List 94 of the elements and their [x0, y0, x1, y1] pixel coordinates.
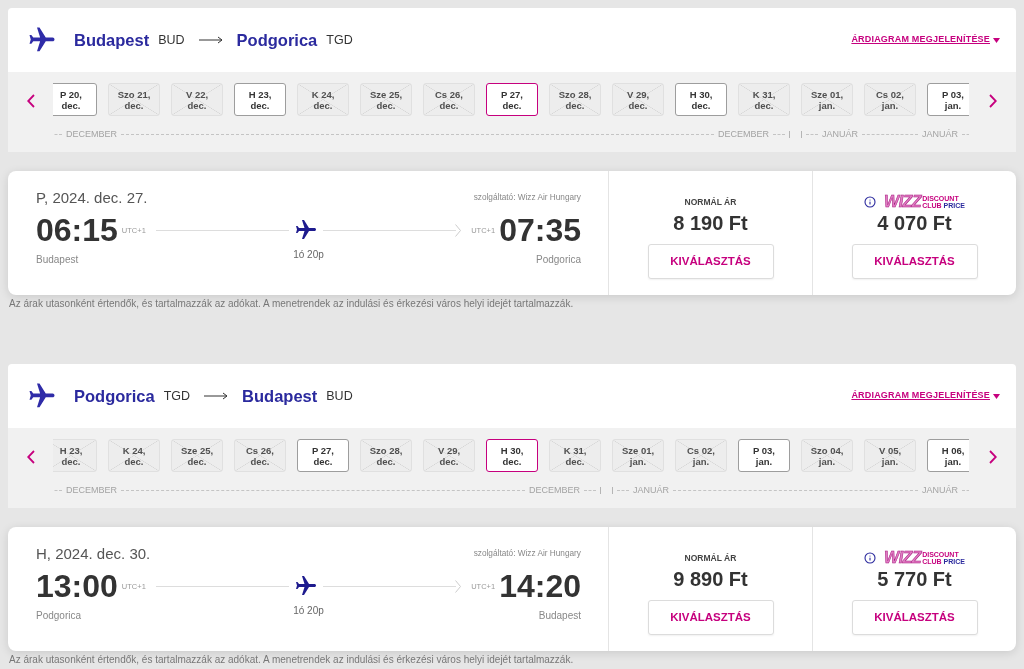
next-dates-button[interactable]: [988, 94, 997, 108]
fare-label: NORMÁL ÁR: [684, 197, 737, 207]
date-button[interactable]: Sze 01, jan.: [801, 83, 853, 116]
airport-code: BUD: [326, 387, 353, 405]
previous-dates-button[interactable]: [26, 450, 35, 464]
date-button[interactable]: K 24, dec.: [108, 439, 160, 472]
arrival-time: 07:35: [499, 214, 581, 246]
date-button[interactable]: Cs 26, dec.: [423, 83, 475, 116]
airplane-icon: [294, 218, 318, 242]
info-icon[interactable]: [864, 196, 877, 208]
caret-down-icon: [993, 393, 1000, 399]
arrow-right-icon: [198, 36, 223, 44]
arrowhead-icon: [455, 223, 462, 237]
date-button[interactable]: Sze 01, jan.: [612, 439, 664, 472]
previous-dates-button[interactable]: [26, 94, 35, 108]
arrival-time: 14:20: [499, 570, 581, 602]
destination-city: Podgorica: [236, 29, 318, 51]
arrival-city: Budapest: [538, 609, 581, 622]
departure-time: 13:00: [36, 570, 118, 602]
fare-price: 5 770 Ft: [877, 568, 952, 590]
footnote-text: Az árak utasonként értendők, és tartalmazzák az adókat. A menetrendek az indulási és érkezési város helyi idejét tartalmazzák.: [8, 298, 574, 310]
month-label: JANUÁR: [822, 129, 858, 140]
date-button[interactable]: Szo 21, dec.: [108, 83, 160, 116]
date-button[interactable]: P 20, dec.: [53, 83, 97, 116]
flight-date: H, 2024. dec. 30.: [36, 545, 151, 563]
airplane-icon: [294, 574, 318, 598]
chevron-left-icon: [26, 450, 35, 464]
date-button[interactable]: K 31, dec.: [738, 83, 790, 116]
date-button[interactable]: P 27, dec.: [486, 83, 538, 116]
date-button[interactable]: V 05, jan.: [864, 439, 916, 472]
date-button[interactable]: Szo 04, jan.: [801, 439, 853, 472]
airport-code: TGD: [163, 387, 191, 405]
date-button[interactable]: H 30, dec.: [675, 83, 727, 116]
arrow-right-icon: [204, 392, 229, 400]
date-button[interactable]: Sze 25, dec.: [360, 83, 412, 116]
month-label: DECEMBER: [66, 129, 117, 140]
date-button[interactable]: Cs 26, dec.: [234, 439, 286, 472]
chevron-right-icon: [988, 94, 997, 108]
destination-city: Budapest: [242, 385, 318, 407]
origin-city: Podgorica: [74, 385, 155, 407]
fare-price: 4 070 Ft: [877, 212, 952, 234]
date-button[interactable]: H 30, dec.: [486, 439, 538, 472]
month-label: DECEMBER: [529, 485, 580, 496]
fare-price: 8 190 Ft: [673, 212, 748, 234]
logo-wordmark: WIZZ: [884, 550, 922, 566]
flight-duration: 1ó 20p: [293, 605, 324, 618]
date-button[interactable]: V 29, dec.: [612, 83, 664, 116]
month-label: JANUÁR: [633, 485, 669, 496]
date-button[interactable]: P 03, jan.: [927, 83, 969, 116]
flight-duration: 1ó 20p: [293, 249, 324, 262]
date-button[interactable]: K 24, dec.: [297, 83, 349, 116]
chevron-left-icon: [26, 94, 35, 108]
arrowhead-icon: [455, 579, 462, 593]
logo-wordmark: WIZZ: [884, 194, 922, 210]
select-button[interactable]: KIVÁLASZTÁS: [851, 244, 978, 279]
departure-city: Budapest: [36, 253, 79, 266]
fare-label: NORMÁL ÁR: [684, 553, 737, 563]
operator-text: szolgáltató: Wizz Air Hungary: [473, 193, 581, 203]
departure-city: Podgorica: [36, 609, 82, 622]
date-button[interactable]: V 22, dec.: [171, 83, 223, 116]
date-button[interactable]: H 23, dec.: [53, 439, 97, 472]
date-button[interactable]: P 27, dec.: [297, 439, 349, 472]
caret-down-icon: [993, 37, 1000, 43]
airport-code: BUD: [158, 31, 185, 49]
date-button[interactable]: K 31, dec.: [549, 439, 601, 472]
select-button[interactable]: KIVÁLASZTÁS: [647, 244, 774, 279]
date-button[interactable]: Szo 28, dec.: [549, 83, 601, 116]
footnote-text: Az árak utasonként értendők, és tartalmazzák az adókat. A menetrendek az indulási és érkezési város helyi idejét tartalmazzák.: [8, 654, 574, 666]
next-dates-button[interactable]: [988, 450, 997, 464]
info-icon[interactable]: [864, 552, 877, 564]
select-button[interactable]: KIVÁLASZTÁS: [647, 600, 774, 635]
fare-price: 9 890 Ft: [673, 568, 748, 590]
price-chart-link[interactable]: ÁRDIAGRAM MEGJELENÍTÉSE: [851, 33, 1000, 47]
select-button[interactable]: KIVÁLASZTÁS: [851, 600, 978, 635]
operator-text: szolgáltató: Wizz Air Hungary: [473, 549, 581, 559]
date-button[interactable]: Szo 28, dec.: [360, 439, 412, 472]
date-button[interactable]: Cs 02, jan.: [675, 439, 727, 472]
date-button[interactable]: H 06, jan.: [927, 439, 969, 472]
chevron-right-icon: [988, 450, 997, 464]
date-button[interactable]: H 23, dec.: [234, 83, 286, 116]
date-button[interactable]: V 29, dec.: [423, 439, 475, 472]
date-button[interactable]: Sze 25, dec.: [171, 439, 223, 472]
month-label: DECEMBER: [718, 129, 769, 140]
month-label: DECEMBER: [66, 485, 117, 496]
price-chart-link[interactable]: ÁRDIAGRAM MEGJELENÍTÉSE: [851, 389, 1000, 403]
date-button[interactable]: P 03, jan.: [738, 439, 790, 472]
date-button[interactable]: Cs 02, jan.: [864, 83, 916, 116]
origin-city: Budapest: [74, 29, 150, 51]
arrival-city: Podgorica: [535, 253, 581, 266]
flight-date: P, 2024. dec. 27.: [36, 189, 148, 207]
month-label: JANUÁR: [922, 485, 958, 496]
airport-code: TGD: [326, 31, 353, 49]
departure-time: 06:15: [36, 214, 118, 246]
month-label: JANUÁR: [922, 129, 958, 140]
